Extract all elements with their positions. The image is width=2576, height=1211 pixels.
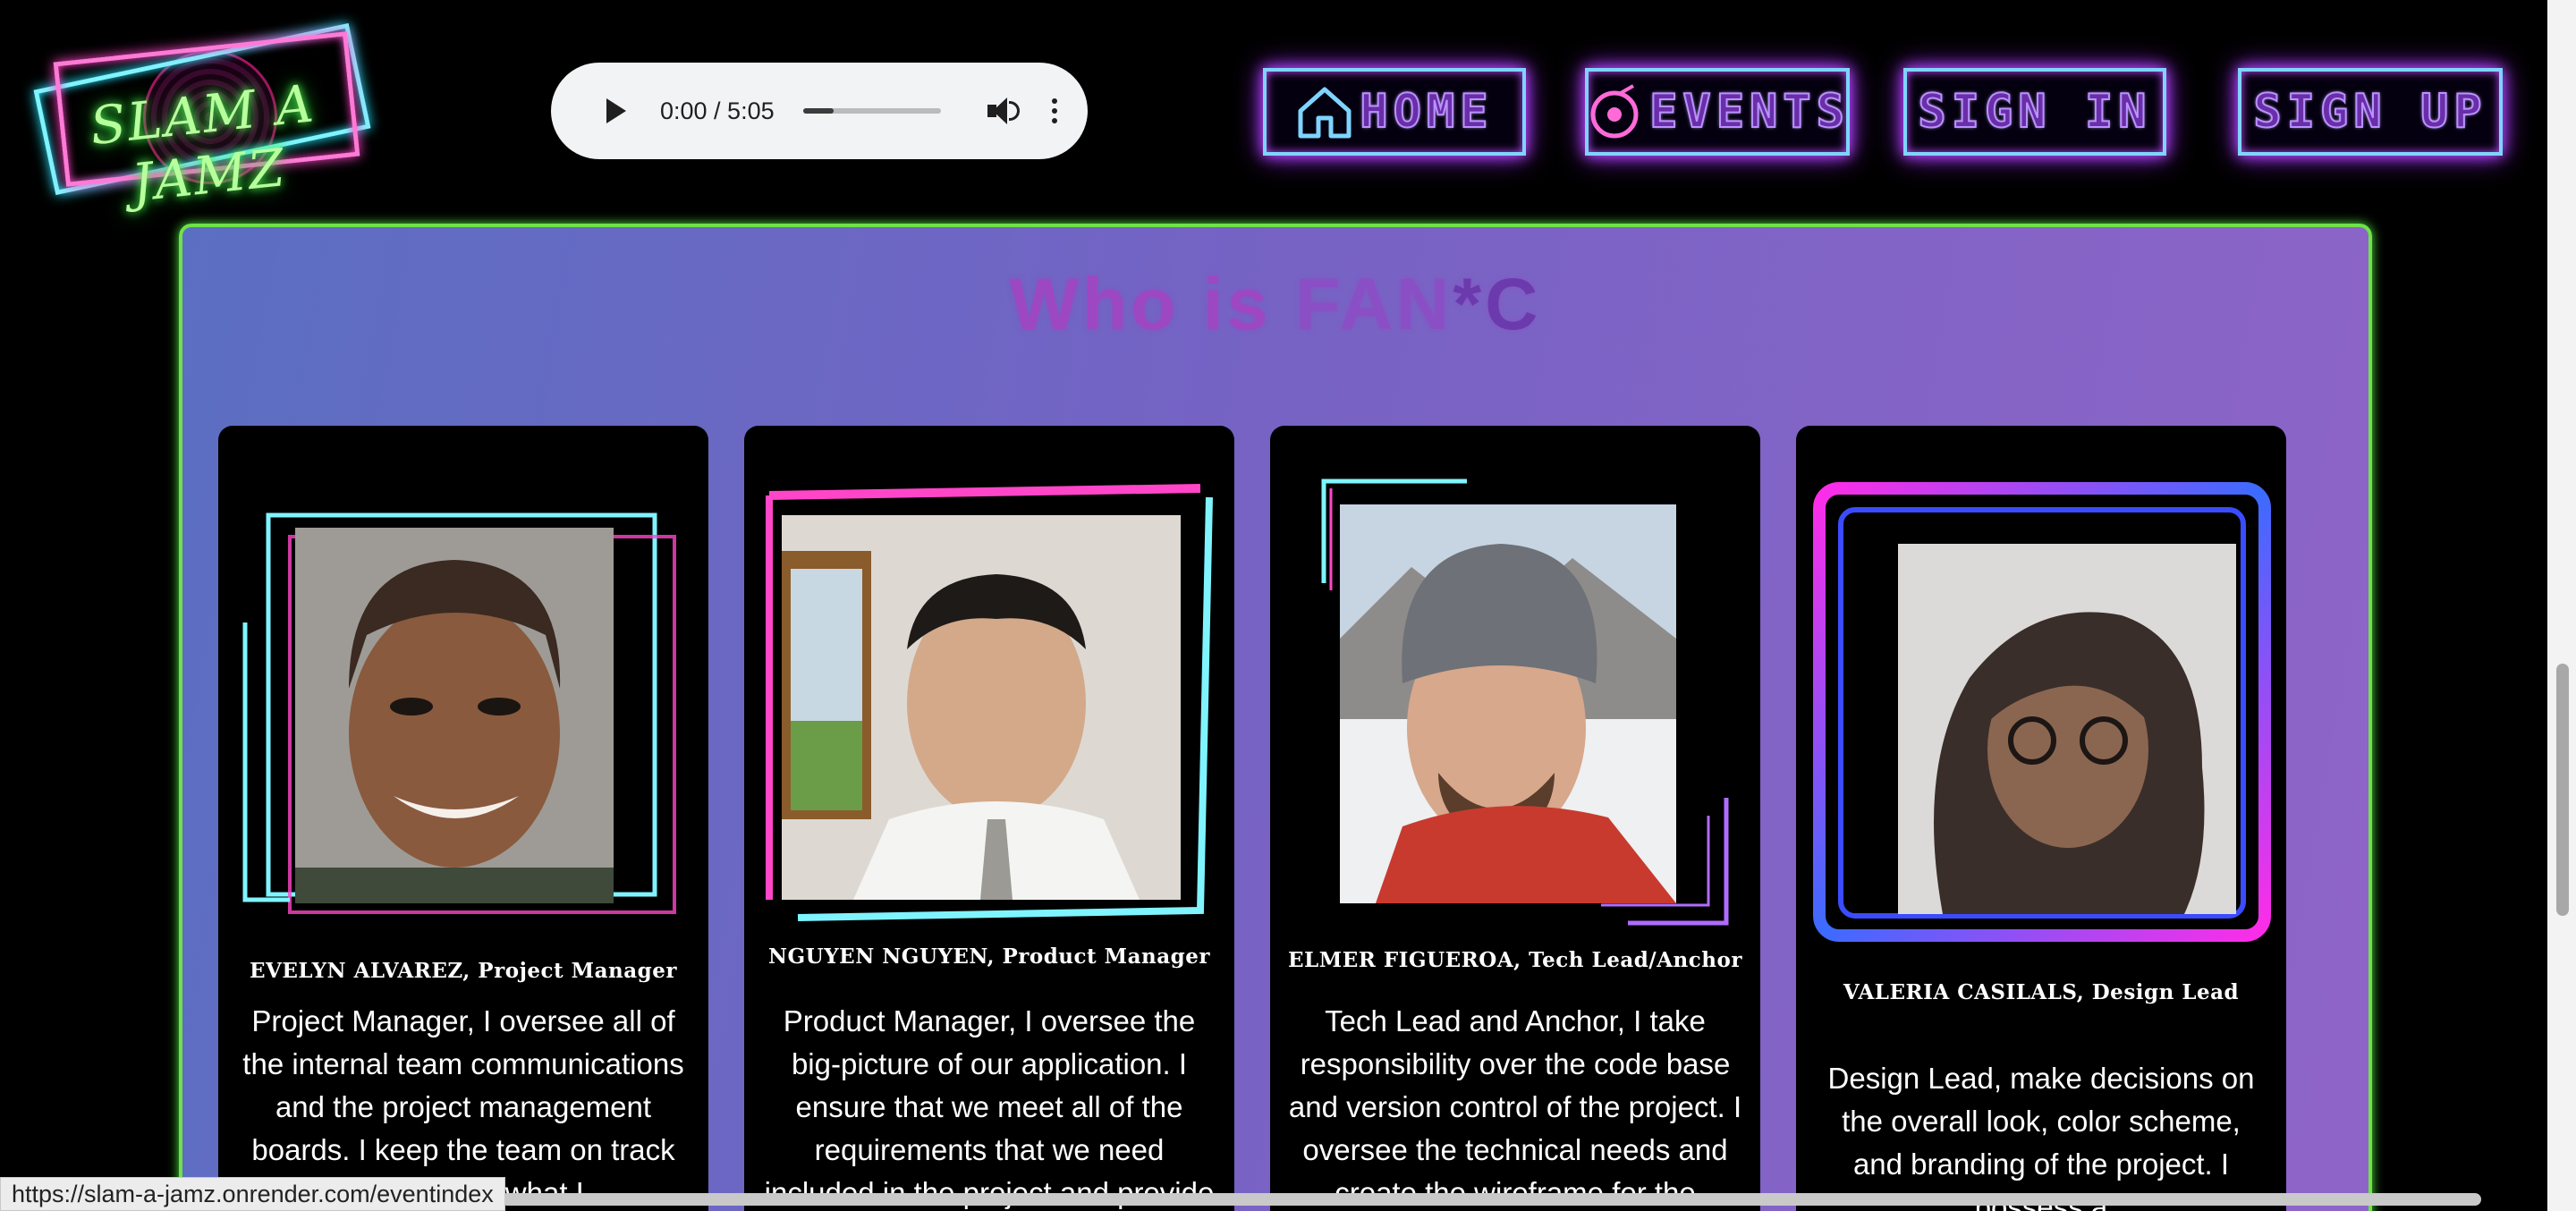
member-photo bbox=[1340, 504, 1676, 903]
nav-events-button[interactable]: EVENTS bbox=[1585, 68, 1850, 156]
section-title: Who is FAN*C bbox=[182, 263, 2368, 347]
member-name: NGUYEN NGUYEN, Product Manager bbox=[768, 944, 1210, 969]
member-bio: Design Lead, make decisions on the overa… bbox=[1827, 1062, 2255, 1211]
volume-icon[interactable] bbox=[987, 96, 1020, 126]
audio-progress-fill bbox=[802, 108, 834, 114]
vinyl-icon bbox=[1590, 84, 1639, 139]
member-photo bbox=[295, 528, 614, 903]
member-photo bbox=[782, 515, 1181, 900]
section-title-part-1: Who is bbox=[1009, 264, 1296, 345]
member-photo-image bbox=[782, 515, 1181, 900]
section-title-part-2: FAN bbox=[1295, 264, 1453, 345]
team-card: NGUYEN NGUYEN, Product Manager Product M… bbox=[744, 426, 1234, 1211]
nav-home-label: HOME bbox=[1359, 84, 1494, 140]
member-photo-image bbox=[1340, 504, 1676, 903]
link-status-bar: https://slam-a-jamz.onrender.com/eventin… bbox=[0, 1177, 505, 1211]
section-title-part-3: *C bbox=[1453, 264, 1542, 345]
audio-player: 0:00 / 5:05 bbox=[551, 63, 1088, 159]
member-name: EVELYN ALVAREZ, Project Manager bbox=[250, 959, 677, 983]
member-bio: Product Manager, I oversee the big-pictu… bbox=[765, 1004, 1215, 1209]
member-name: ELMER FIGUEROA, Tech Lead/Anchor bbox=[1288, 948, 1742, 972]
member-bio: Tech Lead and Anchor, I take responsibil… bbox=[1288, 1004, 1742, 1209]
horizontal-scrollbar[interactable] bbox=[501, 1193, 2481, 1206]
scroll-corner bbox=[2547, 1181, 2576, 1211]
vertical-scrollbar[interactable] bbox=[2556, 664, 2569, 916]
member-photo bbox=[1898, 544, 2236, 914]
nav-home-button[interactable]: HOME bbox=[1263, 68, 1526, 156]
nav-sign-in-label: SIGN IN bbox=[1917, 84, 2152, 140]
member-name: VALERIA CASILALS, Design Lead bbox=[1843, 980, 2240, 1004]
audio-time: 0:00 / 5:05 bbox=[660, 97, 775, 124]
more-options-icon[interactable] bbox=[1052, 98, 1057, 123]
nav-sign-up-label: SIGN UP bbox=[2252, 84, 2487, 140]
team-card: VALERIA CASILALS, Design Lead Design Lea… bbox=[1796, 426, 2286, 1211]
team-card: ELMER FIGUEROA, Tech Lead/Anchor Tech Le… bbox=[1270, 426, 1760, 1211]
nav-sign-up-button[interactable]: SIGN UP bbox=[2238, 68, 2503, 156]
play-icon[interactable] bbox=[606, 98, 626, 123]
nav-sign-in-button[interactable]: SIGN IN bbox=[1903, 68, 2166, 156]
vertical-scroll-track bbox=[2547, 0, 2576, 1181]
member-photo-image bbox=[1898, 544, 2236, 914]
audio-progress-slider[interactable] bbox=[802, 108, 941, 114]
team-section: Who is FAN*C EVELYN ALVAREZ, Project Man… bbox=[179, 224, 2372, 1211]
member-photo-image bbox=[295, 528, 614, 903]
team-card: EVELYN ALVAREZ, Project Manager Project … bbox=[218, 426, 708, 1211]
house-icon bbox=[1298, 87, 1352, 139]
site-logo[interactable]: SLAM A JAMZ bbox=[23, 20, 381, 214]
nav-events-label: EVENTS bbox=[1648, 84, 1850, 140]
